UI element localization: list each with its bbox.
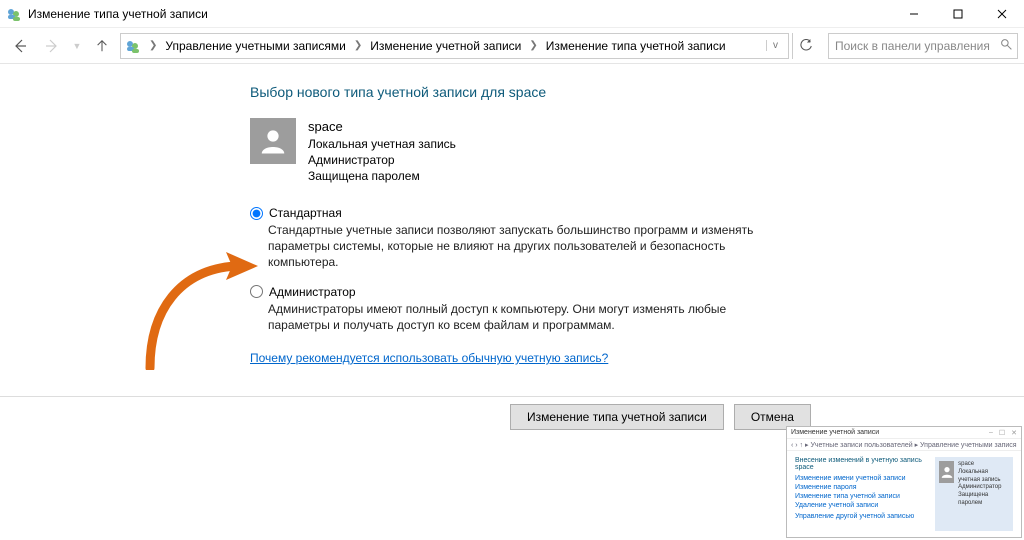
- search-box[interactable]: [828, 33, 1018, 59]
- option-standard: Стандартная Стандартные учетные записи п…: [250, 206, 780, 271]
- mini-user-type: Локальная учетная запись: [958, 469, 1009, 485]
- minimize-button[interactable]: [892, 0, 936, 28]
- mini-user-role: Администратор: [958, 484, 1009, 492]
- breadcrumb-item[interactable]: Изменение учетной записи: [368, 37, 523, 55]
- mini-user-name: space: [958, 461, 1009, 469]
- option-admin-label[interactable]: Администратор: [269, 285, 356, 299]
- chevron-right-icon[interactable]: ❯: [525, 40, 541, 51]
- mini-heading: Внесение изменений в учетную запись spac…: [795, 457, 927, 471]
- close-button[interactable]: [980, 0, 1024, 28]
- mini-breadcrumb: ‹ › ↑ ▸ Учетные записи пользователей ▸ У…: [791, 441, 1017, 449]
- breadcrumb-item[interactable]: Изменение типа учетной записи: [544, 37, 728, 55]
- refresh-button[interactable]: [792, 33, 818, 59]
- window-controls: [892, 0, 1024, 28]
- mini-user-meta: space Локальная учетная запись Администр…: [958, 461, 1009, 508]
- apply-button[interactable]: Изменение типа учетной записи: [510, 404, 724, 430]
- avatar: [250, 118, 296, 164]
- mini-user-pw: Защищена паролем: [958, 492, 1009, 508]
- recent-dropdown-icon[interactable]: ▼: [70, 32, 84, 60]
- user-password-state: Защищена паролем: [308, 168, 456, 184]
- radio-admin[interactable]: [250, 285, 263, 298]
- window-title: Изменение типа учетной записи: [28, 7, 208, 21]
- mini-preview-window: Изменение учетной записи –☐✕ ‹ › ↑ ▸ Уче…: [786, 426, 1022, 538]
- mini-avatar: [939, 461, 954, 483]
- mini-link: Изменение пароля: [795, 484, 927, 491]
- user-accounts-icon: [125, 38, 141, 54]
- forward-button[interactable]: [38, 32, 66, 60]
- navbar: ▼ ❯ Управление учетными записями ❯ Измен…: [0, 28, 1024, 64]
- chevron-down-icon[interactable]: v: [766, 40, 784, 51]
- search-input[interactable]: [833, 38, 1000, 54]
- mini-user-card: space Локальная учетная запись Администр…: [935, 457, 1013, 531]
- back-button[interactable]: [6, 32, 34, 60]
- annotation-arrow-icon: [140, 250, 260, 370]
- chevron-right-icon[interactable]: ❯: [145, 40, 161, 51]
- mini-link: Управление другой учетной записью: [795, 513, 927, 520]
- content-area: Выбор нового типа учетной записи для spa…: [0, 64, 1024, 365]
- help-link[interactable]: Почему рекомендуется использовать обычну…: [250, 351, 608, 365]
- mini-window-controls: –☐✕: [989, 429, 1017, 437]
- mini-link: Удаление учетной записи: [795, 502, 927, 509]
- user-role: Администратор: [308, 152, 456, 168]
- mini-title: Изменение учетной записи: [791, 429, 879, 436]
- option-standard-label[interactable]: Стандартная: [269, 206, 342, 220]
- option-standard-desc: Стандартные учетные записи позволяют зап…: [268, 222, 780, 271]
- chevron-right-icon[interactable]: ❯: [350, 40, 366, 51]
- user-accounts-icon: [6, 6, 22, 22]
- breadcrumb[interactable]: ❯ Управление учетными записями ❯ Изменен…: [120, 33, 789, 59]
- page-title: Выбор нового типа учетной записи для spa…: [250, 84, 1024, 100]
- option-admin: Администратор Администраторы имеют полны…: [250, 285, 780, 333]
- titlebar: Изменение типа учетной записи: [0, 0, 1024, 28]
- up-button[interactable]: [88, 32, 116, 60]
- mini-link: Изменение имени учетной записи: [795, 475, 927, 482]
- option-admin-desc: Администраторы имеют полный доступ к ком…: [268, 301, 780, 333]
- account-type-options: Стандартная Стандартные учетные записи п…: [250, 206, 780, 365]
- mini-navbar: ‹ › ↑ ▸ Учетные записи пользователей ▸ У…: [787, 439, 1021, 451]
- divider: [0, 396, 1024, 397]
- maximize-button[interactable]: [936, 0, 980, 28]
- user-meta: space Локальная учетная запись Администр…: [308, 118, 456, 184]
- breadcrumb-item[interactable]: Управление учетными записями: [163, 37, 347, 55]
- user-type: Локальная учетная запись: [308, 136, 456, 152]
- user-summary: space Локальная учетная запись Администр…: [250, 118, 1024, 184]
- radio-standard[interactable]: [250, 207, 263, 220]
- search-icon[interactable]: [1000, 38, 1013, 54]
- mini-titlebar: Изменение учетной записи –☐✕: [787, 427, 1021, 439]
- mini-link: Изменение типа учетной записи: [795, 493, 927, 500]
- user-name: space: [308, 118, 456, 136]
- mini-content: Внесение изменений в учетную запись spac…: [795, 457, 927, 531]
